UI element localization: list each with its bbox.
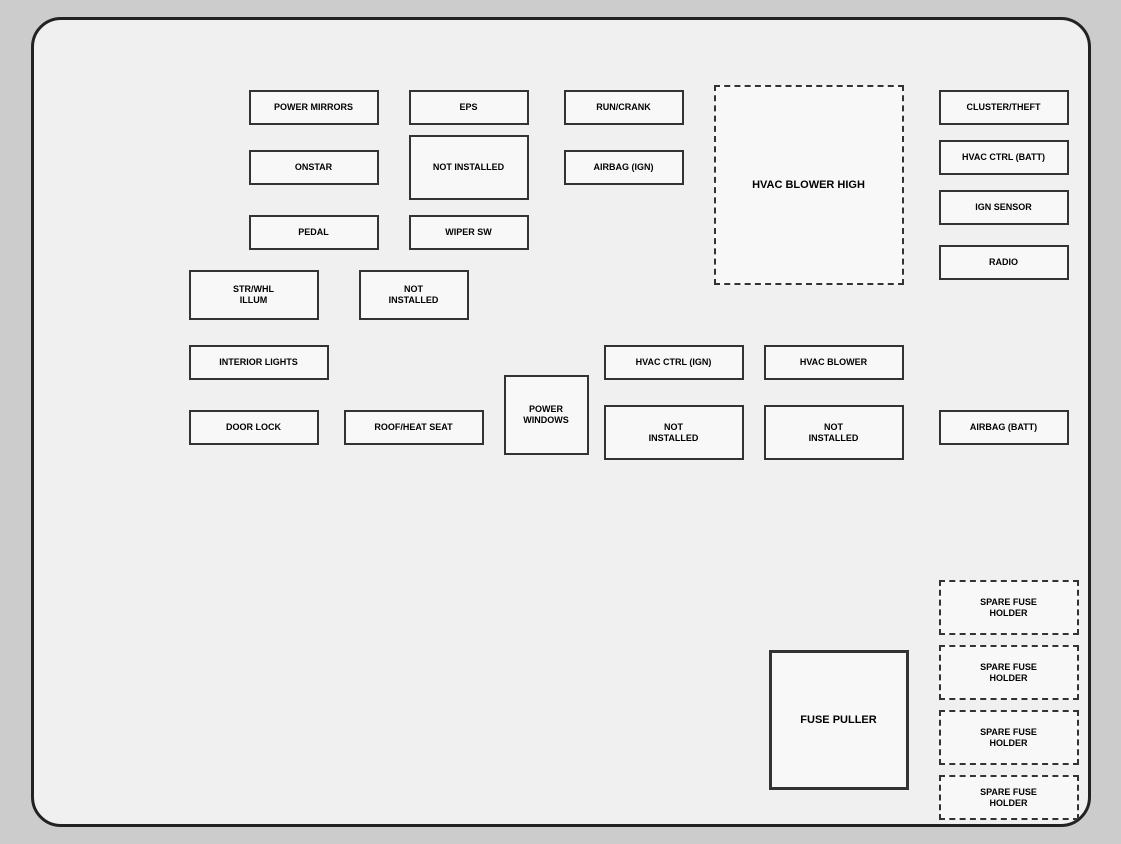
roof-heat-seat: ROOF/HEAT SEAT bbox=[344, 410, 484, 445]
hvac-ctrl-ign: HVAC CTRL (IGN) bbox=[604, 345, 744, 380]
cluster-theft: CLUSTER/THEFT bbox=[939, 90, 1069, 125]
fuse-puller: FUSE PULLER bbox=[769, 650, 909, 790]
hvac-blower: HVAC BLOWER bbox=[764, 345, 904, 380]
spare-fuse-1: SPARE FUSE HOLDER bbox=[939, 580, 1079, 635]
radio: RADIO bbox=[939, 245, 1069, 280]
run-crank: RUN/CRANK bbox=[564, 90, 684, 125]
power-mirrors: POWER MIRRORS bbox=[249, 90, 379, 125]
not-installed-1: NOT INSTALLED bbox=[409, 135, 529, 200]
spare-fuse-3: SPARE FUSE HOLDER bbox=[939, 710, 1079, 765]
not-installed-3: NOT INSTALLED bbox=[604, 405, 744, 460]
eps: EPS bbox=[409, 90, 529, 125]
onstar: ONSTAR bbox=[249, 150, 379, 185]
wiper-sw: WIPER SW bbox=[409, 215, 529, 250]
power-windows: POWER WINDOWS bbox=[504, 375, 589, 455]
ign-sensor: IGN SENSOR bbox=[939, 190, 1069, 225]
fuse-panel: POWER MIRRORS EPS RUN/CRANK CLUSTER/THEFT ON… bbox=[31, 17, 1091, 827]
airbag-ign: AIRBAG (IGN) bbox=[564, 150, 684, 185]
door-lock: DOOR LOCK bbox=[189, 410, 319, 445]
hvac-ctrl-batt: HVAC CTRL (BATT) bbox=[939, 140, 1069, 175]
spare-fuse-4: SPARE FUSE HOLDER bbox=[939, 775, 1079, 820]
airbag-batt: AIRBAG (BATT) bbox=[939, 410, 1069, 445]
interior-lights: INTERIOR LIGHTS bbox=[189, 345, 329, 380]
not-installed-2: NOT INSTALLED bbox=[359, 270, 469, 320]
not-installed-4: NOT INSTALLED bbox=[764, 405, 904, 460]
spare-fuse-2: SPARE FUSE HOLDER bbox=[939, 645, 1079, 700]
pedal: PEDAL bbox=[249, 215, 379, 250]
hvac-blower-high: HVAC BLOWER HIGH bbox=[714, 85, 904, 285]
str-whl-illum: STR/WHL ILLUM bbox=[189, 270, 319, 320]
